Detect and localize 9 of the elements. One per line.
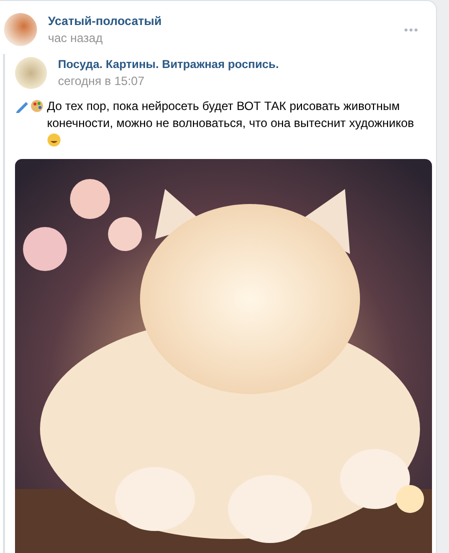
avatar[interactable] [15, 57, 47, 89]
palette-icon [30, 99, 44, 113]
more-icon[interactable] [404, 28, 418, 32]
pencil-icon [15, 99, 29, 113]
group-name[interactable]: Посуда. Картины. Витражная роспись. [58, 58, 436, 70]
smiley-icon [47, 133, 61, 147]
author-name[interactable]: Усатый-полосатый [48, 14, 393, 28]
post-text: До тех пор, пока нейросеть будет ВОТ ТАК рисовать животным конечности, можно не волноваться, что она вытеснит художников [47, 98, 420, 149]
avatar[interactable] [4, 13, 37, 46]
